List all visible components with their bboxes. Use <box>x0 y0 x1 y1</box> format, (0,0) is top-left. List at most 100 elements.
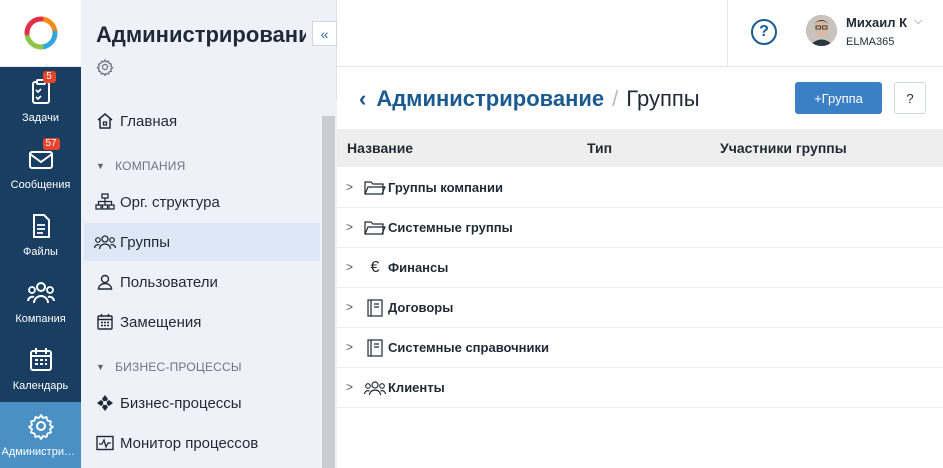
sidebar-item-label: Бизнес-процессы <box>120 394 242 412</box>
files-icon <box>27 212 55 240</box>
tasks-badge: 5 <box>42 70 56 83</box>
back-chevron-icon[interactable]: ‹ <box>359 86 366 112</box>
column-header-type[interactable]: Тип <box>587 140 612 156</box>
top-bar <box>337 0 943 67</box>
row-label: Группы компании <box>388 180 503 195</box>
sidebar-item-label: Главная <box>120 112 178 130</box>
breadcrumb-separator: / <box>612 86 619 111</box>
admin-sidebar: Администрирование « Главная ▼ КОМПАНИЯ О… <box>81 0 337 468</box>
sidebar-title: Администрирование <box>96 22 306 47</box>
rail-label: Компания <box>15 312 66 325</box>
breadcrumb-parent-link[interactable]: Администрирование <box>376 86 604 112</box>
rail-label: Администрирование <box>1 446 80 458</box>
add-group-label: +Группа <box>814 90 863 106</box>
people-icon <box>364 378 386 398</box>
row-label: Клиенты <box>388 380 445 395</box>
chevron-right-icon[interactable]: > <box>346 340 353 354</box>
row-label: Договоры <box>388 300 454 315</box>
chevron-right-icon[interactable]: > <box>346 220 353 234</box>
table-row[interactable]: > Группы компании <box>337 168 943 208</box>
sidebar-item-users[interactable]: Пользователи <box>84 263 320 301</box>
column-header-name[interactable]: Название <box>347 140 413 156</box>
sidebar-item-org-structure[interactable]: Орг. структура <box>84 183 320 221</box>
chevron-right-icon[interactable]: > <box>346 300 353 314</box>
sidebar-scrollbar-thumb[interactable] <box>322 116 335 468</box>
company-icon <box>26 279 55 307</box>
section-company[interactable]: ▼ КОМПАНИЯ <box>96 159 185 173</box>
messages-badge: 57 <box>42 137 60 150</box>
folder-icon <box>364 218 386 238</box>
rail-label: Сообщения <box>10 178 71 191</box>
rail-item-calendar[interactable]: Календарь <box>0 335 81 402</box>
substitutions-icon <box>94 312 116 332</box>
section-business-processes[interactable]: ▼ БИЗНЕС-ПРОЦЕССЫ <box>96 360 242 374</box>
sidebar-item-label: Орг. структура <box>120 193 220 211</box>
calendar-icon <box>27 346 55 374</box>
sidebar-item-label: Замещения <box>120 313 202 331</box>
euro-icon: € <box>370 259 380 276</box>
process-monitor-icon <box>94 433 116 453</box>
rail-label: Календарь <box>12 379 69 392</box>
help-icon[interactable]: ? <box>751 19 777 45</box>
rail-item-tasks[interactable]: 5 Задачи <box>0 67 81 134</box>
breadcrumb: ‹ Администрирование / Группы <box>359 86 700 112</box>
rail-item-administration[interactable]: Администрирование <box>0 402 81 468</box>
table-row[interactable]: > Клиенты <box>337 368 943 408</box>
chevron-down-icon[interactable]: ⌵ <box>914 15 922 28</box>
folder-icon <box>364 178 386 198</box>
page-title: Группы <box>626 86 700 111</box>
business-process-icon <box>94 393 116 413</box>
sidebar-item-business-processes[interactable]: Бизнес-процессы <box>84 384 320 422</box>
sidebar-item-home[interactable]: Главная <box>84 102 320 140</box>
double-chevron-left-icon: « <box>320 25 329 42</box>
rail-item-files[interactable]: Файлы <box>0 201 81 268</box>
rail-label: Файлы <box>23 245 58 258</box>
rail-item-messages[interactable]: 57 Сообщения <box>0 134 81 201</box>
rail-item-company[interactable]: Компания <box>0 268 81 335</box>
groups-icon <box>94 232 116 252</box>
help-glyph: ? <box>759 23 769 40</box>
org-structure-icon <box>94 192 116 212</box>
table-row[interactable]: > Системные справочники <box>337 328 943 368</box>
add-group-button[interactable]: +Группа <box>795 82 882 114</box>
avatar[interactable] <box>806 15 837 46</box>
header-divider <box>727 0 728 67</box>
sidebar-item-process-monitor[interactable]: Монитор процессов <box>84 424 320 462</box>
table-row[interactable]: > Системные группы <box>337 208 943 248</box>
tasks-icon: 5 <box>27 70 56 106</box>
chevron-right-icon[interactable]: > <box>346 180 353 194</box>
book-icon <box>364 338 386 358</box>
sidebar-item-substitutions[interactable]: Замещения <box>84 303 320 341</box>
table-header: Название Тип Участники группы <box>337 129 943 167</box>
triangle-down-icon: ▼ <box>96 161 106 171</box>
table-row[interactable]: > Договоры <box>337 288 943 328</box>
book-icon <box>364 298 386 318</box>
user-icon <box>94 272 116 292</box>
home-icon <box>94 111 116 131</box>
row-label: Финансы <box>388 260 449 275</box>
row-label: Системные справочники <box>388 340 550 355</box>
sidebar-item-label: Монитор процессов <box>120 434 259 452</box>
sidebar-item-label: Пользователи <box>120 273 218 291</box>
sidebar-item-groups[interactable]: Группы <box>84 223 320 261</box>
app-logo[interactable] <box>0 0 81 67</box>
rail-label: Задачи <box>22 111 59 124</box>
row-label: Системные группы <box>388 220 513 235</box>
question-icon: ? <box>906 90 914 106</box>
collapse-sidebar-button[interactable]: « <box>312 21 337 46</box>
sidebar-item-label: Группы <box>120 233 170 251</box>
elma-logo-icon <box>24 16 57 50</box>
table-row[interactable]: > € Финансы <box>337 248 943 288</box>
user-org: ELMA365 <box>846 36 895 48</box>
messages-icon: 57 <box>27 137 60 173</box>
sidebar-settings-gear-icon[interactable] <box>96 58 114 76</box>
gear-icon <box>27 412 55 440</box>
chevron-right-icon[interactable]: > <box>346 380 353 394</box>
page-help-button[interactable]: ? <box>894 82 926 114</box>
section-label: КОМПАНИЯ <box>115 159 186 173</box>
main-rail: 5 Задачи 57 Сообщения Файлы Компания Кал… <box>0 0 81 468</box>
column-header-members[interactable]: Участники группы <box>720 140 847 156</box>
user-name[interactable]: Михаил К <box>846 15 907 30</box>
triangle-down-icon: ▼ <box>96 362 106 372</box>
chevron-right-icon[interactable]: > <box>346 260 353 274</box>
